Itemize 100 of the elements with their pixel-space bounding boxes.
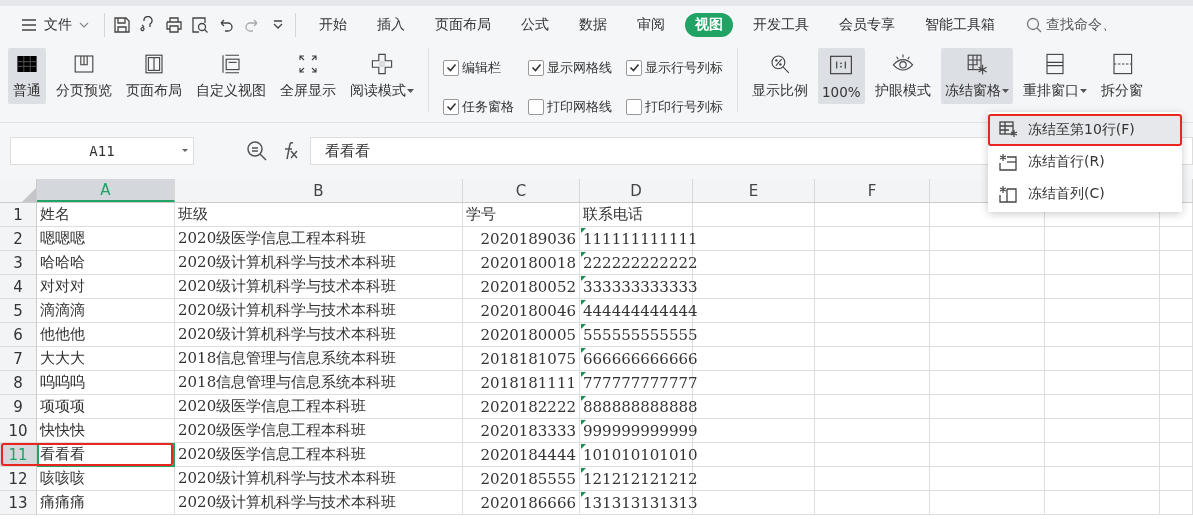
table-cell: 2020185555 (463, 467, 580, 491)
menu-icon[interactable] (20, 16, 38, 34)
table-cell: 2020级计算机科学与技术本科班 (175, 299, 463, 323)
table-cell: 2020183333 (463, 419, 580, 443)
checkbox[interactable]: 显示行号列标 (626, 52, 723, 83)
text-number-icon (581, 468, 586, 473)
search-icon[interactable] (1026, 17, 1042, 33)
row-header[interactable]: 12 (0, 467, 37, 491)
checkmark-icon (445, 101, 457, 112)
column-header[interactable]: D (580, 179, 693, 202)
table-cell (1160, 371, 1193, 395)
table-cell: 学号 (463, 203, 580, 227)
text-number-icon (581, 492, 586, 497)
checkbox[interactable]: 编辑栏 (443, 52, 514, 83)
ribbon-button[interactable]: 分页预览 (52, 48, 116, 104)
column-header[interactable]: C (463, 179, 580, 202)
table-cell: 2020180005 (463, 323, 580, 347)
ribbon-button[interactable]: 普通 (8, 48, 46, 104)
ribbon-button[interactable]: 重排窗口 (1018, 48, 1091, 104)
column-header[interactable]: E (693, 179, 815, 202)
table-cell: 痛痛痛 (37, 491, 175, 515)
ribbon-tab[interactable]: 智能工具箱 (915, 13, 1005, 37)
text-number-icon (581, 252, 586, 257)
ribbon-tab[interactable]: 会员专享 (829, 13, 905, 37)
row-header[interactable]: 6 (0, 323, 37, 347)
table-cell: 呜呜呜 (37, 371, 175, 395)
table-cell: 2018181111 (463, 371, 580, 395)
zoom-icon[interactable] (246, 140, 268, 162)
row-header[interactable]: 13 (0, 491, 37, 515)
table-cell: 2020级计算机科学与技术本科班 (175, 251, 463, 275)
table-cell: 2020186666 (463, 491, 580, 515)
save-icon[interactable] (113, 16, 131, 34)
checkbox[interactable]: 打印网格线 (528, 91, 612, 122)
table-cell: 2018信息管理与信息系统本科班 (175, 347, 463, 371)
file-menu[interactable]: 文件 (44, 16, 72, 34)
table-cell: 嗯嗯嗯 (37, 227, 175, 251)
table-cell: 快快快 (37, 419, 175, 443)
text-number-icon (581, 300, 586, 305)
text-number-icon (581, 324, 586, 329)
table-cell: 2020180052 (463, 275, 580, 299)
table-cell: 项项项 (37, 395, 175, 419)
row-header[interactable]: 2 (0, 227, 37, 251)
text-number-icon (581, 420, 586, 425)
menu-item[interactable]: 冻结至第10行(F) (988, 114, 1182, 146)
ribbon-button[interactable]: 100% (818, 48, 865, 104)
ribbon-tab[interactable]: 公式 (511, 13, 559, 37)
row-header[interactable]: 1 (0, 203, 37, 227)
table-cell: 2020级医学信息工程本科班 (175, 443, 463, 467)
checkmark-icon (530, 62, 542, 73)
row-header[interactable]: 8 (0, 371, 37, 395)
ribbon-button[interactable]: 自定义视图 (192, 48, 270, 104)
row-header[interactable]: 10 (0, 419, 37, 443)
checkbox[interactable]: 打印行号列标 (626, 91, 723, 122)
ribbon-button[interactable]: 全屏显示 (276, 48, 340, 104)
ribbon-button[interactable]: 显示比例 (748, 48, 812, 104)
table-cell: 看看看 (37, 443, 175, 467)
ribbon-button[interactable]: 页面布局 (122, 48, 186, 104)
text-number-icon (581, 228, 586, 233)
text-number-icon (581, 444, 586, 449)
table-cell: 2020级医学信息工程本科班 (175, 395, 463, 419)
column-header[interactable]: B (175, 179, 463, 202)
row-header[interactable]: 4 (0, 275, 37, 299)
ribbon-button[interactable]: 冻结窗格 (940, 48, 1013, 104)
ribbon-button[interactable]: 阅读模式 (346, 48, 418, 104)
table-cell (1160, 323, 1193, 347)
ribbon-button[interactable]: 护眼模式 (870, 48, 935, 104)
table-cell: 班级 (175, 203, 463, 227)
row-header[interactable]: 7 (0, 347, 37, 371)
print-preview-icon[interactable] (191, 16, 209, 34)
menu-item[interactable]: 冻结首列(C) (988, 178, 1182, 210)
table-cell: 滴滴滴 (37, 299, 175, 323)
ribbon-tab[interactable]: 插入 (367, 13, 415, 37)
text-number-icon (581, 396, 586, 401)
table-cell: 姓名 (37, 203, 175, 227)
search-field[interactable]: 查找命令、 (1046, 16, 1116, 34)
print-icon[interactable] (165, 16, 183, 34)
checkbox[interactable]: 显示网格线 (528, 52, 612, 83)
ribbon-button[interactable]: 拆分窗 (1096, 48, 1147, 104)
table-cell (1160, 467, 1193, 491)
ribbon-tab[interactable]: 审阅 (627, 13, 675, 37)
checkbox[interactable]: 任务窗格 (443, 91, 514, 122)
table-cell (1160, 251, 1193, 275)
name-box[interactable]: A11 (10, 137, 194, 165)
row-header[interactable]: 9 (0, 395, 37, 419)
row-header[interactable]: 3 (0, 251, 37, 275)
table-cell (1160, 275, 1193, 299)
table-cell: 2020180018 (463, 251, 580, 275)
ribbon-tab[interactable]: 页面布局 (425, 13, 501, 37)
text-number-icon (581, 276, 586, 281)
table-cell: 2020级计算机科学与技术本科班 (175, 491, 463, 515)
table-cell: 对对对 (37, 275, 175, 299)
ribbon-tab[interactable]: 开始 (309, 13, 357, 37)
table-cell: 联系电话 (580, 203, 693, 227)
row-header[interactable]: 5 (0, 299, 37, 323)
table-cell (1160, 491, 1193, 515)
text-number-icon (581, 348, 586, 353)
table-cell: 2020184444 (463, 443, 580, 467)
column-header[interactable]: F (815, 179, 930, 202)
ribbon-tab[interactable]: 数据 (569, 13, 617, 37)
ribbon-tab[interactable]: 开发工具 (743, 13, 819, 37)
